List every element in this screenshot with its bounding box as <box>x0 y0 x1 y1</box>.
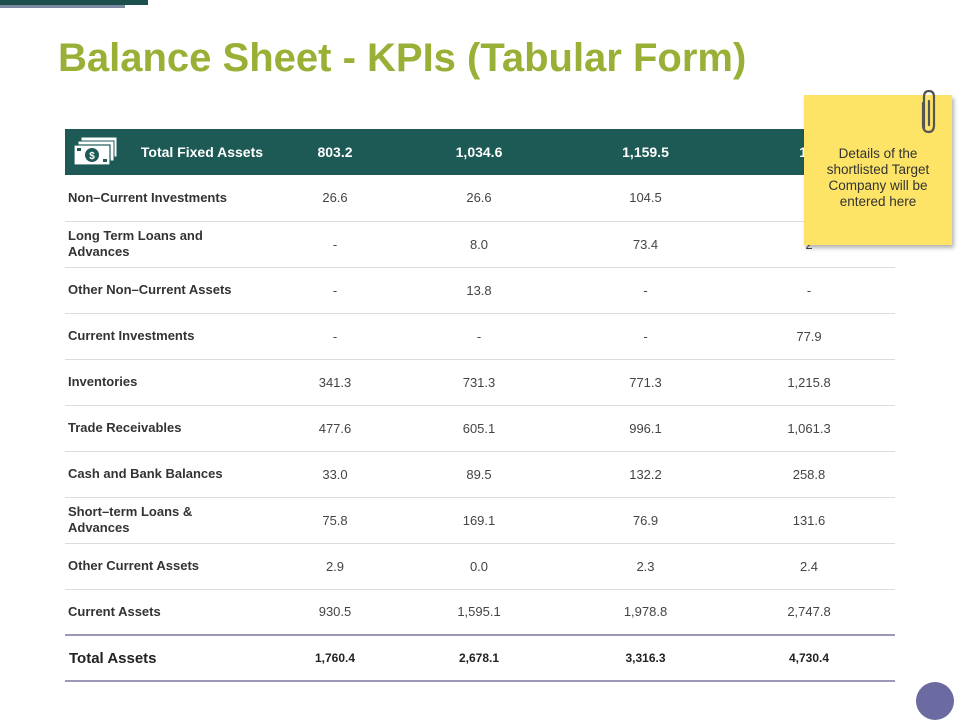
row-value: - <box>280 313 390 360</box>
row-value: 2.9 <box>280 543 390 590</box>
row-value: 477.6 <box>280 405 390 452</box>
table-row: Other Current Assets 2.9 0.0 2.3 2.4 <box>65 543 895 590</box>
table-row: Non–Current Investments 26.6 26.6 104.5 … <box>65 175 895 222</box>
decorative-circle <box>916 682 954 720</box>
row-label: Non–Current Investments <box>65 175 280 222</box>
header-label: Total Fixed Assets <box>140 144 264 160</box>
row-value: 341.3 <box>280 359 390 406</box>
row-value: 1,595.1 <box>390 589 568 636</box>
money-stack-icon: $ <box>73 136 118 166</box>
row-label: Current Investments <box>65 313 280 360</box>
table-row: Long Term Loans and Advances - 8.0 73.4 … <box>65 221 895 268</box>
row-label: Short–term Loans & Advances <box>65 497 280 544</box>
row-value: 258.8 <box>723 451 895 498</box>
row-value: 76.9 <box>568 497 723 544</box>
row-value: 73.4 <box>568 221 723 268</box>
page-title: Balance Sheet - KPIs (Tabular Form) <box>58 36 747 80</box>
row-value: - <box>723 267 895 314</box>
table-header-row: $ Total Fixed Assets 803.2 1,034.6 1,159… <box>65 129 895 175</box>
header-value: 1,034.6 <box>390 129 568 175</box>
row-value: 2,747.8 <box>723 589 895 636</box>
total-value: 2,678.1 <box>390 634 568 682</box>
row-value: 13.8 <box>390 267 568 314</box>
row-value: 8.0 <box>390 221 568 268</box>
header-value: 803.2 <box>280 129 390 175</box>
sticky-note-text: Details of the shortlisted Target Compan… <box>826 146 930 209</box>
header-value: 1,159.5 <box>568 129 723 175</box>
row-value: 930.5 <box>280 589 390 636</box>
row-value: 1,978.8 <box>568 589 723 636</box>
svg-text:$: $ <box>89 151 95 162</box>
table-row: Current Investments - - - 77.9 <box>65 313 895 360</box>
header-label-cell: $ Total Fixed Assets <box>65 129 280 175</box>
row-value: 33.0 <box>280 451 390 498</box>
table-row: Inventories 341.3 731.3 771.3 1,215.8 <box>65 359 895 406</box>
row-label: Inventories <box>65 359 280 406</box>
row-label: Long Term Loans and Advances <box>65 221 280 268</box>
row-value: 75.8 <box>280 497 390 544</box>
row-label: Other Current Assets <box>65 543 280 590</box>
paperclip-icon <box>921 89 936 134</box>
total-label: Total Assets <box>65 634 280 682</box>
table-row: Cash and Bank Balances 33.0 89.5 132.2 2… <box>65 451 895 498</box>
table-row: Short–term Loans & Advances 75.8 169.1 7… <box>65 497 895 544</box>
row-value: 1,215.8 <box>723 359 895 406</box>
total-row: Total Assets 1,760.4 2,678.1 3,316.3 4,7… <box>65 634 895 682</box>
table-row: Trade Receivables 477.6 605.1 996.1 1,06… <box>65 405 895 452</box>
row-value: 104.5 <box>568 175 723 222</box>
row-value: 26.6 <box>280 175 390 222</box>
row-value: 131.6 <box>723 497 895 544</box>
row-value: 77.9 <box>723 313 895 360</box>
row-value: 2.4 <box>723 543 895 590</box>
row-value: - <box>280 221 390 268</box>
top-accent-bar-secondary <box>0 5 125 8</box>
row-value: 2.3 <box>568 543 723 590</box>
row-value: 1,061.3 <box>723 405 895 452</box>
row-label: Trade Receivables <box>65 405 280 452</box>
balance-sheet-table: $ Total Fixed Assets 803.2 1,034.6 1,159… <box>65 129 895 682</box>
row-value: 132.2 <box>568 451 723 498</box>
total-value: 3,316.3 <box>568 634 723 682</box>
row-value: - <box>568 313 723 360</box>
table-row: Current Assets 930.5 1,595.1 1,978.8 2,7… <box>65 589 895 636</box>
row-value: 0.0 <box>390 543 568 590</box>
row-value: - <box>280 267 390 314</box>
row-value: 605.1 <box>390 405 568 452</box>
table-row: Other Non–Current Assets - 13.8 - - <box>65 267 895 314</box>
row-value: 771.3 <box>568 359 723 406</box>
row-value: 996.1 <box>568 405 723 452</box>
row-value: - <box>390 313 568 360</box>
total-value: 4,730.4 <box>723 634 895 682</box>
row-label: Other Non–Current Assets <box>65 267 280 314</box>
row-value: - <box>568 267 723 314</box>
total-value: 1,760.4 <box>280 634 390 682</box>
row-value: 169.1 <box>390 497 568 544</box>
row-label: Current Assets <box>65 589 280 636</box>
row-value: 89.5 <box>390 451 568 498</box>
row-value: 731.3 <box>390 359 568 406</box>
row-value: 26.6 <box>390 175 568 222</box>
row-label: Cash and Bank Balances <box>65 451 280 498</box>
